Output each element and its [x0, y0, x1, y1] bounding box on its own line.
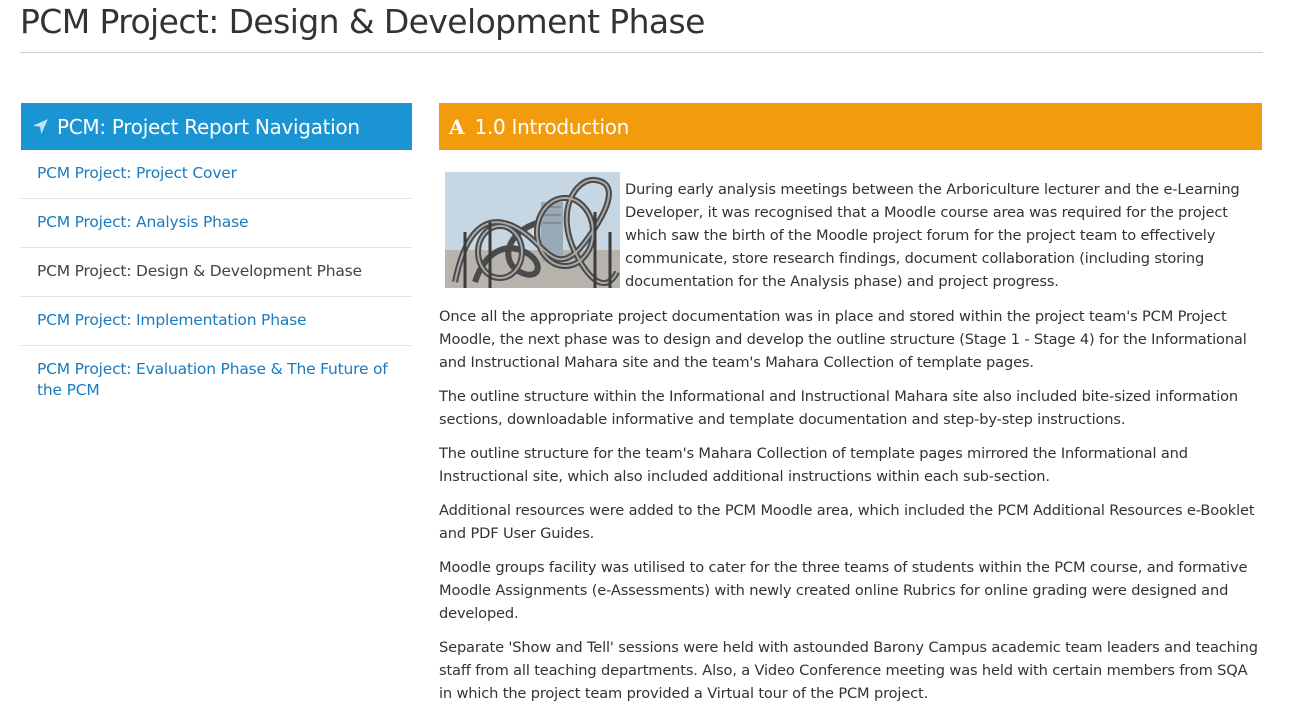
paragraph-mahara-collection: The outline structure for the team's Mah… [439, 445, 1188, 485]
nav-link-project-cover[interactable]: PCM Project: Project Cover [37, 164, 237, 182]
paragraph-mahara-site: The outline structure within the Informa… [439, 388, 1238, 428]
nav-item-analysis-phase: PCM Project: Analysis Phase [21, 199, 412, 248]
paragraph-show-and-tell: Separate 'Show and Tell' sessions were h… [439, 639, 1258, 702]
section-title: 1.0 Introduction [474, 114, 630, 139]
sculpture-photo [445, 172, 620, 288]
section-header: A 1.0 Introduction [439, 103, 1262, 150]
nav-item-design-development-phase: PCM Project: Design & Development Phase [21, 248, 412, 297]
navigation-header: PCM: Project Report Navigation [21, 103, 412, 150]
navigation-list: PCM Project: Project Cover PCM Project: … [21, 150, 412, 415]
nav-link-analysis-phase[interactable]: PCM Project: Analysis Phase [37, 213, 249, 231]
nav-item-evaluation-phase: PCM Project: Evaluation Phase & The Futu… [21, 346, 412, 415]
nav-current-design-development-phase: PCM Project: Design & Development Phase [37, 262, 362, 280]
location-arrow-icon [31, 118, 49, 136]
intro-paragraph: During early analysis meetings between t… [625, 181, 1240, 290]
main-content: A 1.0 Introduction During early analysis… [439, 103, 1262, 702]
nav-link-evaluation-phase[interactable]: PCM Project: Evaluation Phase & The Futu… [37, 360, 388, 399]
page-title: PCM Project: Design & Development Phase [20, 2, 705, 41]
nav-item-implementation-phase: PCM Project: Implementation Phase [21, 297, 412, 346]
navigation-title: PCM: Project Report Navigation [57, 114, 360, 139]
paragraph-outline-structure: Once all the appropriate project documen… [439, 308, 1247, 371]
paragraph-additional-resources: Additional resources were added to the P… [439, 502, 1255, 542]
paragraph-moodle-groups: Moodle groups facility was utilised to c… [439, 559, 1248, 622]
nav-link-implementation-phase[interactable]: PCM Project: Implementation Phase [37, 311, 307, 329]
nav-item-project-cover: PCM Project: Project Cover [21, 150, 412, 199]
body-paragraphs: Once all the appropriate project documen… [439, 305, 1262, 716]
project-report-navigation: PCM: Project Report Navigation PCM Proje… [21, 103, 412, 415]
letter-a-icon: A [449, 114, 465, 139]
title-divider [20, 52, 1263, 53]
